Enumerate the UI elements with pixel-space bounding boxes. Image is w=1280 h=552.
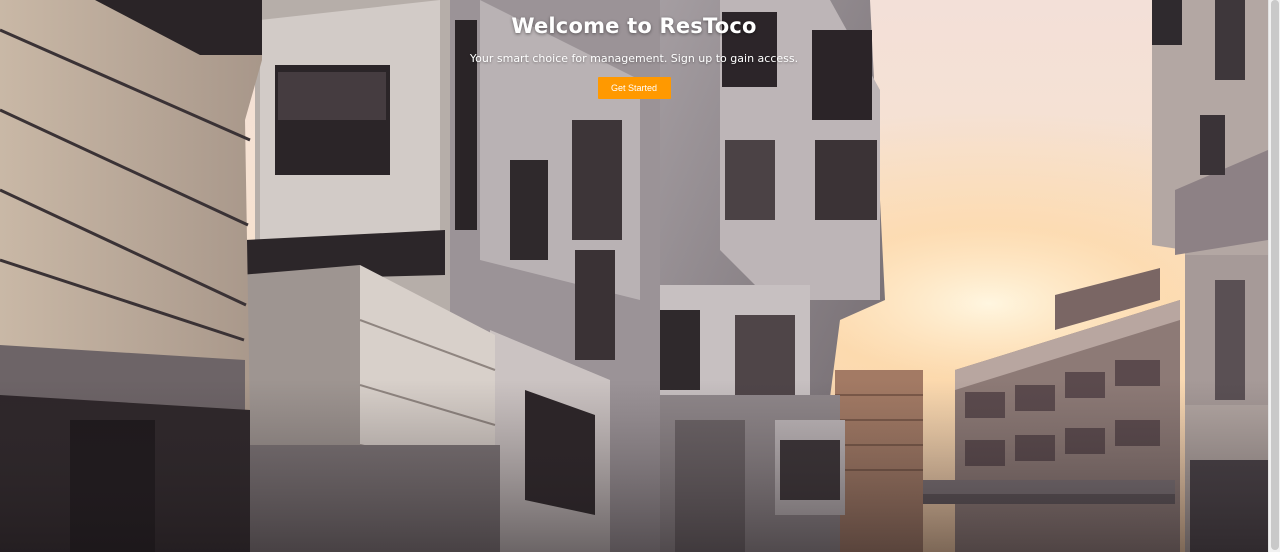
hero-section: Welcome to ResToco Your smart choice for… bbox=[0, 0, 1268, 552]
vertical-scrollbar[interactable] bbox=[1268, 0, 1280, 552]
scrollbar-thumb[interactable] bbox=[1271, 0, 1279, 550]
hero-title: Welcome to ResToco bbox=[511, 14, 757, 38]
get-started-button[interactable]: Get Started bbox=[597, 77, 671, 99]
hero-content: Welcome to ResToco Your smart choice for… bbox=[0, 0, 1268, 99]
hero-subtitle: Your smart choice for management. Sign u… bbox=[469, 52, 799, 65]
